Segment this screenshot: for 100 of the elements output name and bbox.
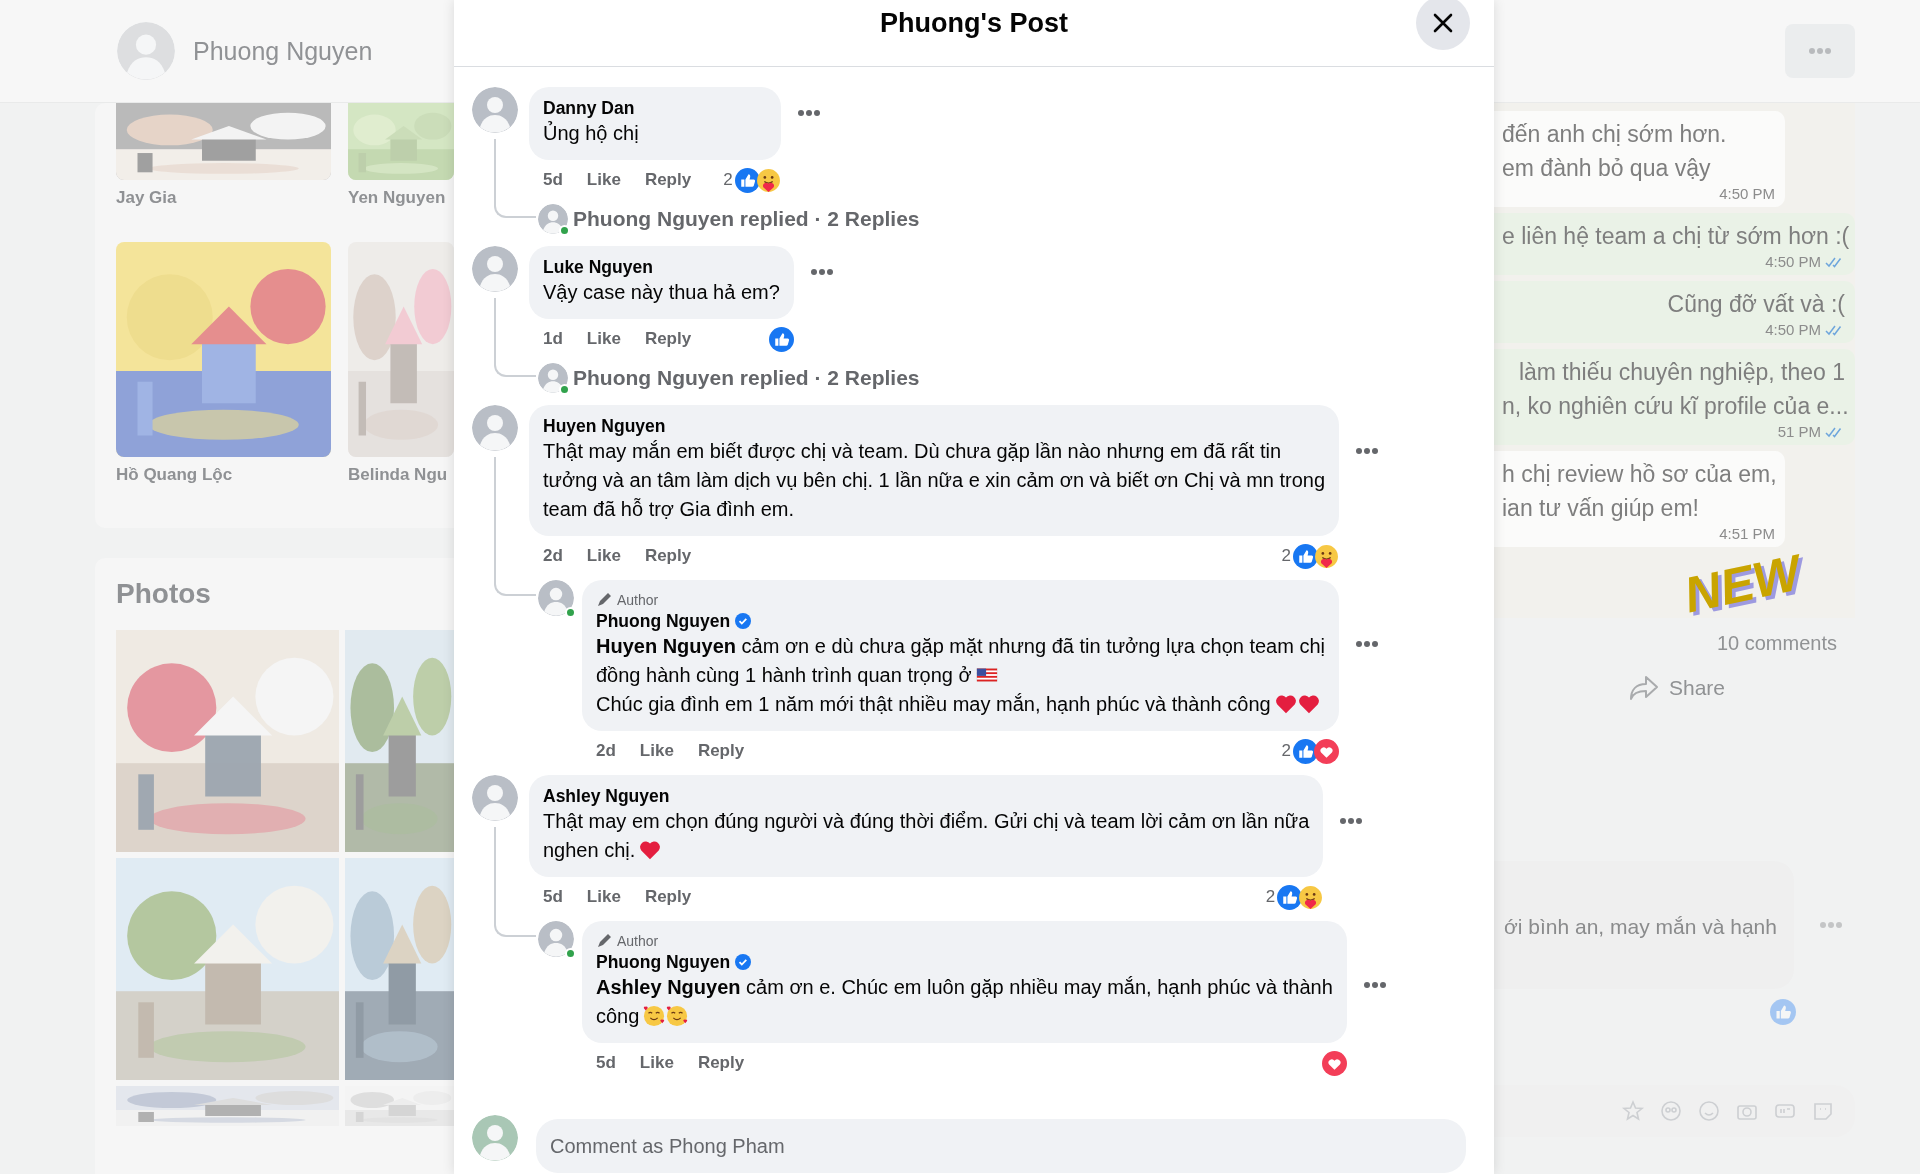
comment-text: Vậy case này thua hả em? xyxy=(543,281,780,303)
timestamp: 5d xyxy=(596,1053,616,1073)
reply-button[interactable]: Reply xyxy=(697,1053,745,1073)
avatar xyxy=(472,87,518,133)
author-name[interactable]: Ashley Nguyen xyxy=(543,785,670,807)
dialog-title: Phuong's Post xyxy=(880,7,1068,39)
more-options-icon[interactable] xyxy=(1355,447,1380,455)
comment-text: công xyxy=(596,1005,640,1027)
message-time: 51 PM xyxy=(1777,423,1821,441)
avatar xyxy=(472,405,518,451)
like-button[interactable]: Like xyxy=(586,546,621,566)
like-reaction-icon xyxy=(1277,884,1303,910)
comment-field[interactable]: Comment as Phong Pham xyxy=(536,1119,1466,1173)
profile-name[interactable]: Phuong Nguyen xyxy=(193,36,373,66)
message-text: làm thiếu chuyên nghiệp, theo 1 xyxy=(1517,358,1845,387)
face-icon xyxy=(1659,1099,1683,1123)
avatar xyxy=(472,1115,518,1161)
like-button[interactable]: Like xyxy=(639,741,674,761)
heart-icon xyxy=(1297,693,1320,715)
reply-button[interactable]: Reply xyxy=(644,170,692,190)
more-options-icon[interactable] xyxy=(1339,817,1364,825)
avatar xyxy=(472,775,518,821)
friend-name[interactable]: Yen Nguyen xyxy=(348,188,454,208)
author-label: Author xyxy=(617,932,659,951)
author-name[interactable]: Phuong Nguyen xyxy=(596,610,731,632)
smiling-face-icon xyxy=(666,1005,689,1027)
more-icon xyxy=(1808,47,1832,55)
comment-text: Ủng hộ chị xyxy=(543,122,639,144)
avatar xyxy=(538,921,574,957)
view-replies-link[interactable]: Phuong Nguyen replied · 2 Replies xyxy=(573,366,920,390)
reaction-count: 2 xyxy=(1265,887,1276,907)
timestamp: 5d xyxy=(543,887,563,907)
reply-button[interactable]: Reply xyxy=(644,887,692,907)
timestamp: 2d xyxy=(543,546,563,566)
pen-icon xyxy=(596,592,612,608)
comment-text: nghen chị. xyxy=(543,839,636,861)
more-options-icon[interactable] xyxy=(809,268,834,276)
timestamp: 5d xyxy=(543,170,563,190)
author-label: Author xyxy=(617,591,659,610)
friend-name[interactable]: Hồ Quang Lộc xyxy=(116,465,331,485)
more-options-icon[interactable] xyxy=(1355,640,1380,648)
message-time: 4:50 PM xyxy=(1765,253,1821,271)
like-button[interactable]: Like xyxy=(586,170,621,190)
hugging-face-icon xyxy=(755,167,781,193)
like-reaction-icon xyxy=(1293,738,1319,764)
like-button[interactable]: Like xyxy=(639,1053,674,1073)
comment-text: Chúc gia đình em 1 năm mới thật nhiều may mắn, hạnh phúc và thành công xyxy=(596,693,1271,715)
close-button[interactable] xyxy=(1416,0,1470,50)
comment-text: tưởng và an tâm làm dịch vụ bên chị. 1 lần nữa e xin cảm ơn và biết ơn Chị và mn trong xyxy=(543,469,1326,491)
reaction-count: 2 xyxy=(1281,741,1292,761)
reaction-count: 2 xyxy=(723,170,733,190)
hugging-face-icon xyxy=(1314,543,1340,569)
avatar xyxy=(117,22,175,80)
reply-button[interactable]: Reply xyxy=(644,329,692,349)
comment-text: team đã hỗ trợ Gia đình em. xyxy=(543,498,794,520)
friend-name[interactable]: Belinda Ngu xyxy=(348,465,454,485)
hugging-face-icon xyxy=(1298,884,1324,910)
message-text: em đành bỏ qua vậy xyxy=(1502,154,1712,183)
comment-text: Thật may mắn em biết được chị và team. Dù chưa gặp lần nào nhưng em đã rất tin xyxy=(543,440,1282,462)
reply-button[interactable]: Reply xyxy=(644,546,692,566)
pen-icon xyxy=(596,933,612,949)
friend-name[interactable]: Jay Gia xyxy=(116,188,331,208)
heart-icon xyxy=(1274,693,1297,715)
love-reaction-icon xyxy=(1314,738,1340,764)
like-reaction-icon xyxy=(1770,999,1796,1025)
close-icon xyxy=(1431,11,1455,35)
reply-button[interactable]: Reply xyxy=(697,741,745,761)
like-button[interactable]: Like xyxy=(586,887,621,907)
more-options-icon[interactable] xyxy=(1362,981,1387,989)
comment-count[interactable]: 10 comments xyxy=(1494,618,1855,655)
avatar xyxy=(538,363,568,393)
message-text: n, ko nghiên cứu kĩ profile của e... xyxy=(1502,392,1845,421)
view-replies-link[interactable]: Phuong Nguyen replied · 2 Replies xyxy=(573,207,920,231)
message-time: 4:50 PM xyxy=(1719,185,1775,203)
reaction-count: 2 xyxy=(1281,546,1292,566)
message-text: ian tư vấn giúp em! xyxy=(1502,494,1700,523)
author-name[interactable]: Danny Dan xyxy=(543,97,635,119)
star-icon xyxy=(1621,1099,1645,1123)
message-time: 4:50 PM xyxy=(1765,321,1821,339)
comment-text: Huyen Nguyen cảm ơn e dù chưa gặp mặt nhưng đã tin tưởng lựa chọn team chị xyxy=(596,635,1326,657)
like-reaction-icon xyxy=(734,167,760,193)
comment-text: Ashley Nguyen cảm ơn e. Chúc em luôn gặp nhiều may mắn, hạnh phúc và thành xyxy=(596,976,1333,998)
like-reaction-icon xyxy=(1293,543,1319,569)
like-button[interactable]: Like xyxy=(586,329,621,349)
sticker-text: NEW xyxy=(1679,543,1806,618)
comment-text: Thật may em chọn đúng người và đúng thời điểm. Gửi chị và team lời cảm ơn lần nữa xyxy=(543,810,1310,832)
timestamp: 2d xyxy=(596,741,616,761)
smiling-face-icon xyxy=(643,1005,666,1027)
avatar xyxy=(472,246,518,292)
author-name[interactable]: Luke Nguyen xyxy=(543,256,653,278)
like-reaction-icon xyxy=(768,326,794,352)
avatar xyxy=(538,580,574,616)
emoji-icon xyxy=(1697,1099,1721,1123)
author-name[interactable]: Huyen Nguyen xyxy=(543,415,666,437)
love-reaction-icon xyxy=(1321,1050,1347,1076)
heart-icon xyxy=(639,839,662,861)
more-options-icon[interactable] xyxy=(796,109,821,117)
comment-text: đồng hành cùng 1 hành trình quan trọng ở xyxy=(596,664,972,686)
author-name[interactable]: Phuong Nguyen xyxy=(596,951,731,973)
message-text: đến anh chị sớm hơn. xyxy=(1502,120,1728,149)
